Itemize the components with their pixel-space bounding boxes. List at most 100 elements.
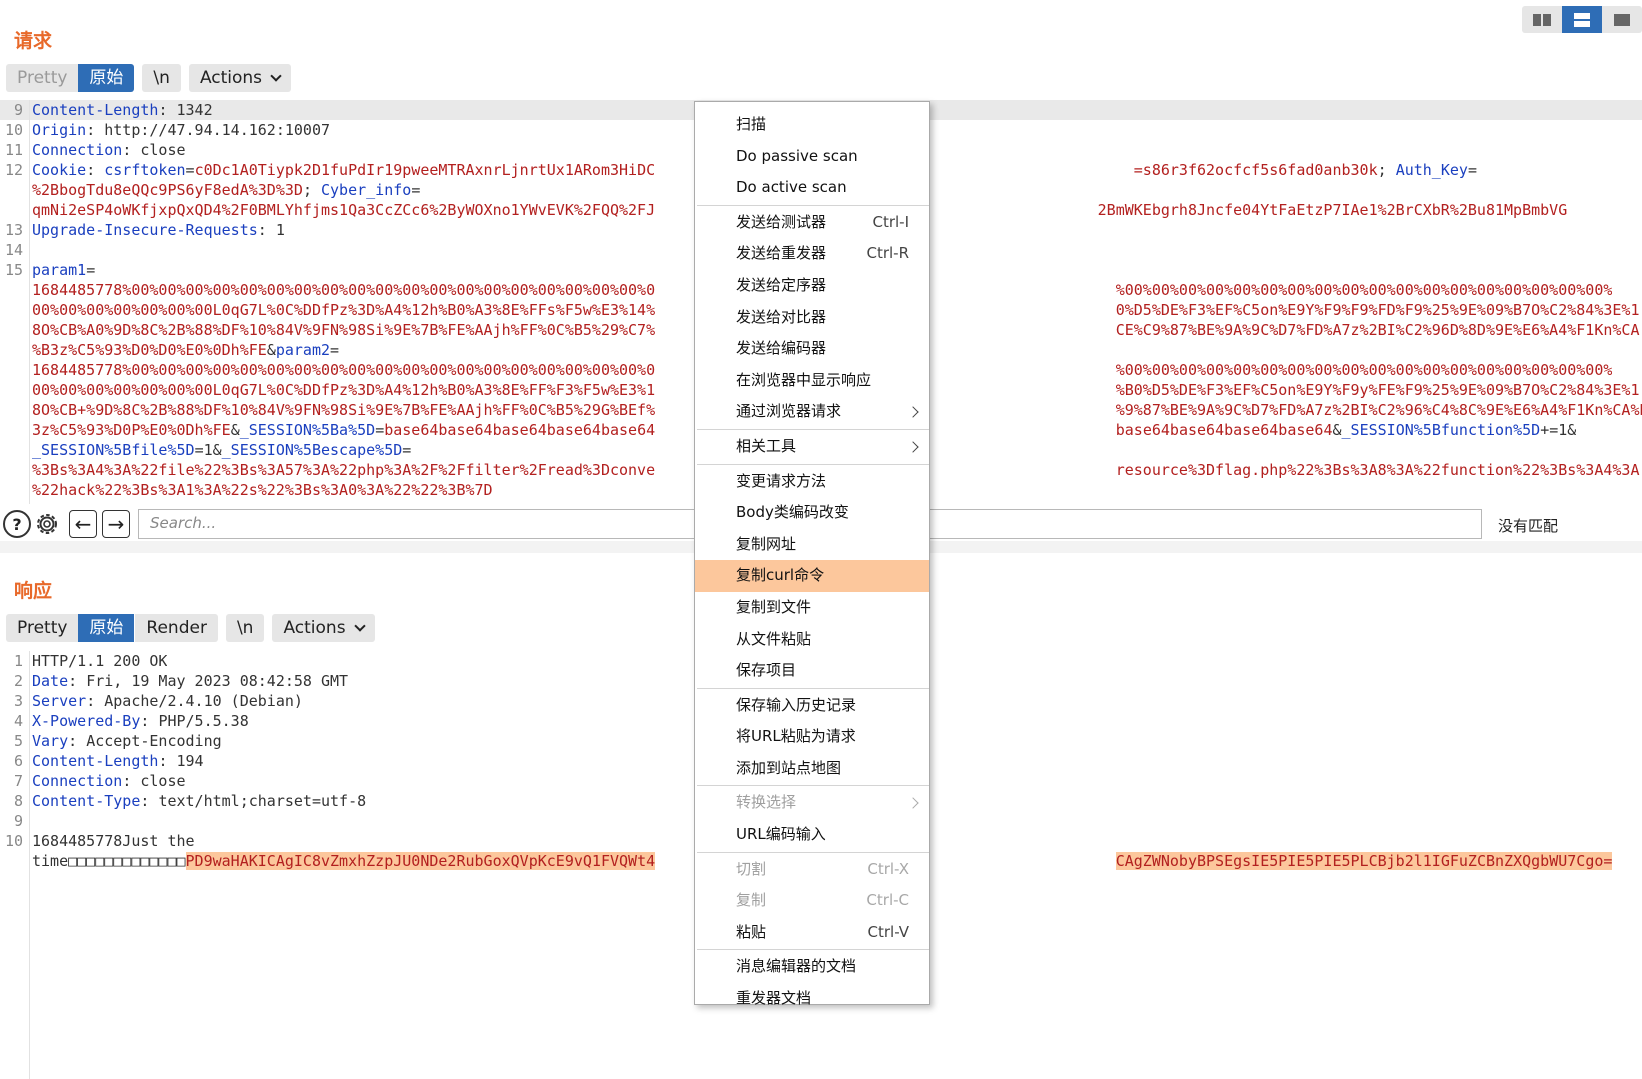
- menu-item-label: 通过浏览器请求: [736, 402, 842, 421]
- line-text: 1684485778Just the: [25, 831, 195, 851]
- response-tab-raw[interactable]: 原始: [78, 614, 135, 642]
- menu-item[interactable]: 消息编辑器的文档: [695, 951, 929, 983]
- line-text: Vary: Accept-Encoding: [25, 731, 222, 751]
- menu-item: 转换选择: [695, 787, 929, 819]
- menu-item[interactable]: 保存输入历史记录: [695, 690, 929, 722]
- token: c0Dc1A0Tiypk2D1fuPdIr19pweeMTRAxnrLjnrtU…: [194, 161, 656, 179]
- menu-item[interactable]: 从文件粘贴: [695, 624, 929, 656]
- layout-toggle: [1522, 6, 1642, 33]
- menu-item[interactable]: 发送给对比器: [695, 302, 929, 334]
- token: Cyber_info: [321, 181, 412, 199]
- line-number: [0, 280, 25, 300]
- line-text: Content-Length: 1342: [25, 100, 213, 120]
- token: 00%00%00%00%00%00%00L0qG7L%0C%DDfPz%3D%A…: [32, 301, 656, 319]
- menu-item-label: 添加到站点地图: [736, 758, 842, 777]
- menu-item-label: 发送给测试器: [736, 212, 827, 231]
- menu-item-label: 在浏览器中显示响应: [736, 370, 872, 389]
- token: PD9waHAKICAgIC8vZmxhZzpJU0NDe2RubGoxQVpK…: [185, 852, 656, 870]
- line-text: Origin: http://47.94.14.162:10007: [25, 120, 330, 140]
- token: 8O%CB+%9D%8C%2B%88%DF%10%84V%9FN%98Si%9E…: [32, 401, 656, 419]
- token: :: [86, 692, 105, 710]
- menu-item[interactable]: 相关工具: [695, 431, 929, 463]
- menu-item[interactable]: 发送给重发器 Ctrl-R: [695, 238, 929, 270]
- menu-item[interactable]: 添加到站点地图: [695, 753, 929, 785]
- chevron-down-icon: [270, 70, 282, 82]
- previous-match-button[interactable]: ←: [69, 510, 97, 538]
- menu-item[interactable]: 重发器文档: [695, 983, 929, 1015]
- menu-item-label: 复制网址: [736, 534, 797, 553]
- token: close: [140, 141, 186, 159]
- token: csrftoken: [104, 161, 186, 179]
- token: resource%3Dflag.php%22%3Bs%3A8%3A%22func…: [1115, 461, 1640, 479]
- menu-item[interactable]: 在浏览器中显示响应: [695, 365, 929, 397]
- token: :: [68, 672, 87, 690]
- token: ;: [1377, 161, 1396, 179]
- menu-item[interactable]: Body类编码改变: [695, 497, 929, 529]
- gear-icon[interactable]: [33, 510, 61, 538]
- menu-item: 切割 Ctrl-X: [695, 854, 929, 886]
- menu-item[interactable]: 发送给测试器 Ctrl-I: [695, 207, 929, 239]
- token: 1: [275, 221, 285, 239]
- menu-item-label: 切割: [736, 859, 767, 878]
- menu-item[interactable]: 粘贴 Ctrl-V: [695, 917, 929, 949]
- menu-item[interactable]: 复制curl命令: [695, 560, 929, 592]
- menu-item[interactable]: URL编码输入: [695, 819, 929, 851]
- token: %22hack%22%3Bs%3A1%3A%22s%22%3Bs%3A0%3A%…: [32, 481, 493, 499]
- line-text: Content-Type: text/html;charset=utf-8: [25, 791, 366, 811]
- split-rows-layout-button[interactable]: [1562, 6, 1602, 33]
- menu-item: 复制 Ctrl-C: [695, 885, 929, 917]
- menu-item-label: Body类编码改变: [736, 503, 849, 522]
- menu-item-label: 保存输入历史记录: [736, 695, 857, 714]
- request-tab-pretty[interactable]: Pretty: [6, 64, 79, 92]
- request-newline-toggle[interactable]: \n: [142, 64, 181, 92]
- next-match-button[interactable]: →: [102, 510, 130, 538]
- tabs-layout-button[interactable]: [1602, 6, 1642, 33]
- menu-item-label: 相关工具: [736, 436, 797, 455]
- line-text: %2BbogTdu8eQQc9PS6yF8edA%3D%3D; Cyber_in…: [25, 180, 420, 200]
- menu-item[interactable]: 复制网址: [695, 529, 929, 561]
- line-number: [0, 851, 25, 871]
- token: X-Powered-By: [32, 712, 141, 730]
- response-actions-button[interactable]: Actions: [272, 614, 375, 642]
- line-number: [0, 380, 25, 400]
- line-number: [0, 400, 25, 420]
- request-view-tabs: Pretty 原始: [6, 64, 135, 92]
- line-number: 8: [13, 792, 23, 810]
- menu-item[interactable]: 将URL粘贴为请求: [695, 721, 929, 753]
- menu-item[interactable]: 保存项目: [695, 655, 929, 687]
- token: 1684485778%00%00%00%00%00%00%00%00%00%00…: [32, 361, 656, 379]
- menu-item[interactable]: Do active scan: [695, 172, 929, 204]
- line-number: [0, 200, 25, 220]
- menu-item-label: 发送给对比器: [736, 307, 827, 326]
- request-tab-raw[interactable]: 原始: [78, 64, 135, 92]
- token: 00%00%00%00%00%00%00L0qG7L%0C%DDfPz%3D%A…: [32, 381, 656, 399]
- token: :: [68, 732, 87, 750]
- menu-item[interactable]: 扫描: [695, 109, 929, 141]
- token: base64base64base64base64base64: [384, 421, 656, 439]
- split-columns-layout-button[interactable]: [1522, 6, 1562, 33]
- response-tab-render[interactable]: Render: [134, 614, 218, 642]
- menu-separator: [697, 851, 929, 853]
- menu-item[interactable]: 变更请求方法: [695, 466, 929, 498]
- line-text: Upgrade-Insecure-Requests: 1: [25, 220, 285, 240]
- response-newline-toggle[interactable]: \n: [225, 614, 265, 642]
- menu-item-shortcut: Ctrl-I: [872, 212, 909, 231]
- menu-item-shortcut: Ctrl-C: [866, 891, 909, 910]
- token: Connection: [32, 141, 123, 159]
- match-count: 没有匹配: [1498, 517, 1559, 535]
- menu-item[interactable]: 发送给编码器: [695, 333, 929, 365]
- token: CE%C9%87%BE%9A%9C%D7%FD%A7z%2BI%C2%96D%8…: [1115, 321, 1640, 339]
- menu-item[interactable]: 复制到文件: [695, 592, 929, 624]
- line-number: 7: [13, 772, 23, 790]
- menu-item-label: 将URL粘贴为请求: [736, 727, 856, 746]
- token: =: [330, 341, 340, 359]
- line-number: 1: [13, 652, 23, 670]
- menu-item[interactable]: Do passive scan: [695, 141, 929, 173]
- help-icon[interactable]: ?: [3, 510, 31, 538]
- menu-item[interactable]: 发送给定序器: [695, 270, 929, 302]
- response-tab-pretty[interactable]: Pretty: [6, 614, 79, 642]
- single-pane-icon: [1614, 13, 1630, 26]
- request-actions-button[interactable]: Actions: [188, 64, 292, 92]
- token: %B0%D5%DE%F3%EF%C5on%E9Y%F9y%FE%F9%25%9E…: [1115, 381, 1640, 399]
- menu-item[interactable]: 通过浏览器请求: [695, 396, 929, 428]
